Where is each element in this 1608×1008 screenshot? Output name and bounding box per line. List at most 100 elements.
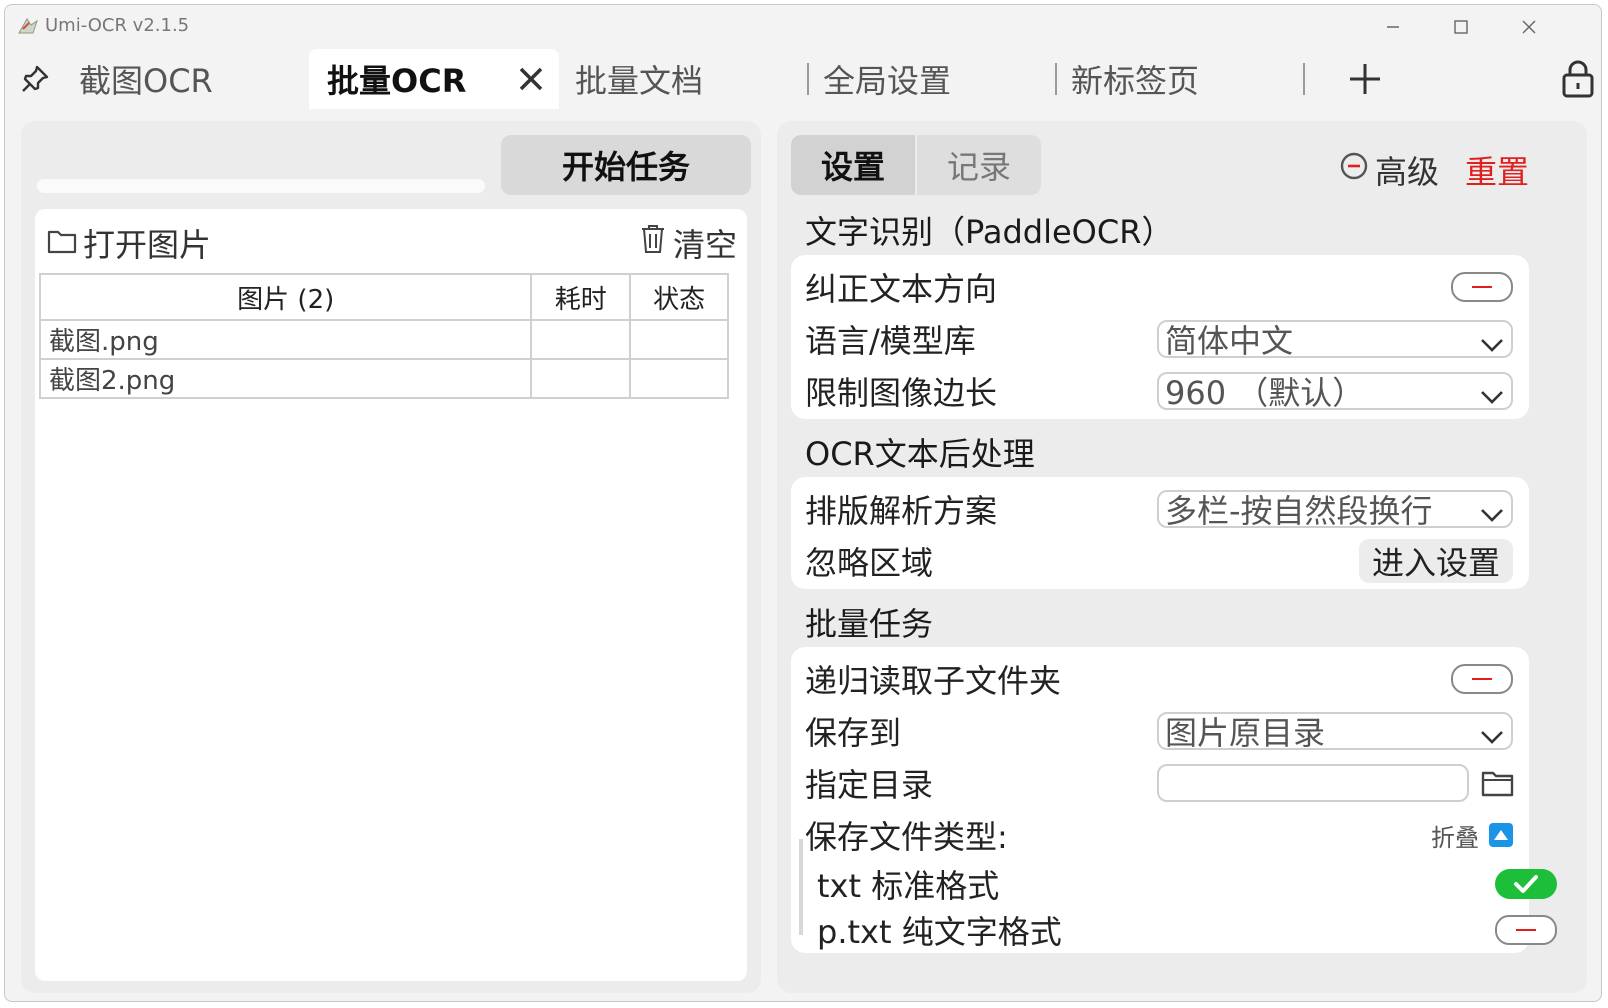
lock-icon[interactable] bbox=[1561, 59, 1595, 99]
file-type-item: txt 标准格式 bbox=[817, 861, 1559, 907]
file-table: 图片 (2) 耗时 状态 截图.png 截图2.png bbox=[38, 273, 729, 399]
start-task-button[interactable]: 开始任务 bbox=[501, 135, 751, 195]
column-header-image[interactable]: 图片 (2) bbox=[38, 273, 533, 321]
chevron-down-icon bbox=[1479, 720, 1505, 746]
column-header-status[interactable]: 状态 bbox=[629, 273, 729, 321]
tab-records[interactable]: 记录 bbox=[917, 135, 1041, 195]
folder-icon bbox=[47, 224, 77, 262]
trash-icon bbox=[639, 223, 667, 263]
tab-separator bbox=[807, 63, 809, 95]
status-cell bbox=[629, 358, 729, 399]
file-types-indent-bar bbox=[799, 839, 803, 935]
section-title-batch: 批量任务 bbox=[805, 605, 934, 643]
open-images-label: 打开图片 bbox=[83, 226, 212, 264]
maximize-button[interactable] bbox=[1429, 9, 1493, 45]
advanced-toggle[interactable]: 高级 bbox=[1339, 147, 1439, 193]
window-title: Umi-OCR v2.1.5 bbox=[45, 15, 190, 36]
tab-label: 批量OCR bbox=[327, 62, 467, 100]
table-row[interactable]: 截图.png bbox=[38, 319, 729, 360]
clear-label: 清空 bbox=[673, 226, 738, 264]
file-panel: 开始任务 打开图片 清空 图片 (2) 耗时 状态 截图.png 截图2.png bbox=[21, 121, 761, 993]
collapse-circle-icon bbox=[1339, 151, 1369, 189]
table-header-row: 图片 (2) 耗时 状态 bbox=[38, 273, 729, 321]
tab-label: 新标签页 bbox=[1071, 62, 1200, 100]
tab-new[interactable]: 新标签页 bbox=[1071, 49, 1301, 109]
pin-icon[interactable] bbox=[19, 63, 51, 95]
correct-direction-toggle[interactable] bbox=[1451, 272, 1513, 302]
txt-format-toggle[interactable] bbox=[1495, 869, 1557, 899]
limit-size-select[interactable]: 960 （默认） bbox=[1157, 372, 1513, 412]
tab-label: 全局设置 bbox=[823, 62, 952, 100]
section-title-ocr: 文字识别（PaddleOCR） bbox=[805, 213, 1174, 251]
reset-button[interactable]: 重置 bbox=[1465, 147, 1529, 193]
open-images-button[interactable]: 打开图片 bbox=[47, 219, 211, 267]
close-window-button[interactable] bbox=[1497, 9, 1561, 45]
browse-folder-icon[interactable] bbox=[1481, 768, 1515, 798]
minimize-button[interactable] bbox=[1361, 9, 1425, 45]
ptxt-format-toggle[interactable] bbox=[1495, 915, 1557, 945]
save-to-select[interactable]: 图片原目录 bbox=[1157, 712, 1513, 752]
app-logo-icon bbox=[17, 15, 39, 37]
recursive-label: 递归读取子文件夹 bbox=[805, 662, 1062, 700]
tab-separator bbox=[1055, 63, 1057, 95]
time-cell bbox=[530, 319, 632, 360]
layout-select-value: 多栏-按自然段换行 bbox=[1165, 492, 1433, 530]
ignore-area-row: 忽略区域 进入设置 bbox=[805, 535, 1515, 587]
triangle-up-icon bbox=[1489, 823, 1513, 847]
file-type-label: txt 标准格式 bbox=[817, 867, 1000, 905]
tab-settings[interactable]: 设置 bbox=[791, 135, 915, 195]
chevron-down-icon bbox=[1479, 380, 1505, 406]
save-to-select-value: 图片原目录 bbox=[1165, 714, 1326, 752]
tab-screenshot-ocr[interactable]: 截图OCR bbox=[79, 49, 299, 109]
app-window: Umi-OCR v2.1.5 截图OCR 批量OCR 批量文档 全局设置 新标签… bbox=[4, 4, 1602, 1002]
file-type-item: p.txt 纯文字格式 bbox=[817, 907, 1559, 953]
check-icon bbox=[1514, 875, 1538, 893]
chevron-down-icon bbox=[1479, 328, 1505, 354]
correct-direction-label: 纠正文本方向 bbox=[805, 270, 998, 308]
file-type-label: p.txt 纯文字格式 bbox=[817, 913, 1062, 951]
tab-separator bbox=[1303, 63, 1305, 95]
tab-label: 截图OCR bbox=[79, 62, 213, 100]
fold-toggle[interactable]: 折叠 bbox=[1431, 818, 1513, 853]
ocr-settings-group: 纠正文本方向 语言/模型库 简体中文 限制图像边长 960 （默认） bbox=[791, 255, 1529, 419]
settings-tab-switch: 设置 记录 bbox=[791, 135, 1041, 195]
save-to-row: 保存到 图片原目录 bbox=[805, 705, 1515, 757]
enter-settings-button[interactable]: 进入设置 bbox=[1359, 539, 1513, 583]
settings-panel: 设置 记录 高级 重置 文字识别（PaddleOCR） 纠正文本方向 语言/模型… bbox=[777, 121, 1587, 993]
limit-size-row: 限制图像边长 960 （默认） bbox=[805, 365, 1515, 417]
file-types-row: 保存文件类型: 折叠 bbox=[805, 809, 1515, 861]
post-processing-group: 排版解析方案 多栏-按自然段换行 忽略区域 进入设置 bbox=[791, 477, 1529, 589]
chevron-down-icon bbox=[1479, 498, 1505, 524]
tab-batch-ocr[interactable]: 批量OCR bbox=[309, 49, 559, 109]
layout-select[interactable]: 多栏-按自然段换行 bbox=[1157, 490, 1513, 530]
clear-button[interactable]: 清空 bbox=[639, 219, 737, 267]
advanced-label: 高级 bbox=[1375, 153, 1440, 191]
layout-row: 排版解析方案 多栏-按自然段换行 bbox=[805, 483, 1515, 535]
column-header-time[interactable]: 耗时 bbox=[530, 273, 632, 321]
status-cell bbox=[629, 319, 729, 360]
fold-label: 折叠 bbox=[1431, 823, 1479, 852]
tab-batch-doc[interactable]: 批量文档 bbox=[575, 49, 805, 109]
correct-direction-row: 纠正文本方向 bbox=[805, 261, 1515, 313]
table-row[interactable]: 截图2.png bbox=[38, 358, 729, 399]
tab-global-settings[interactable]: 全局设置 bbox=[823, 49, 1053, 109]
file-list-card: 打开图片 清空 图片 (2) 耗时 状态 截图.png 截图2.png bbox=[35, 209, 747, 981]
file-name-cell: 截图2.png bbox=[38, 358, 533, 399]
tab-label: 批量文档 bbox=[575, 62, 704, 100]
file-name-cell: 截图.png bbox=[38, 319, 533, 360]
task-progress-bar bbox=[37, 179, 485, 193]
time-cell bbox=[530, 358, 632, 399]
limit-size-select-value: 960 （默认） bbox=[1165, 374, 1365, 412]
section-title-post: OCR文本后处理 bbox=[805, 435, 1035, 473]
recursive-toggle[interactable] bbox=[1451, 664, 1513, 694]
close-tab-icon[interactable] bbox=[515, 63, 547, 95]
title-bar: Umi-OCR v2.1.5 bbox=[5, 5, 1601, 49]
recursive-row: 递归读取子文件夹 bbox=[805, 653, 1515, 705]
directory-row: 指定目录 bbox=[805, 757, 1515, 809]
language-select[interactable]: 简体中文 bbox=[1157, 320, 1513, 360]
file-types-label: 保存文件类型: bbox=[805, 818, 1008, 856]
tab-bar: 截图OCR 批量OCR 批量文档 全局设置 新标签页 bbox=[5, 49, 1601, 109]
language-row: 语言/模型库 简体中文 bbox=[805, 313, 1515, 365]
directory-input[interactable] bbox=[1157, 764, 1469, 802]
add-tab-icon[interactable] bbox=[1347, 61, 1383, 97]
